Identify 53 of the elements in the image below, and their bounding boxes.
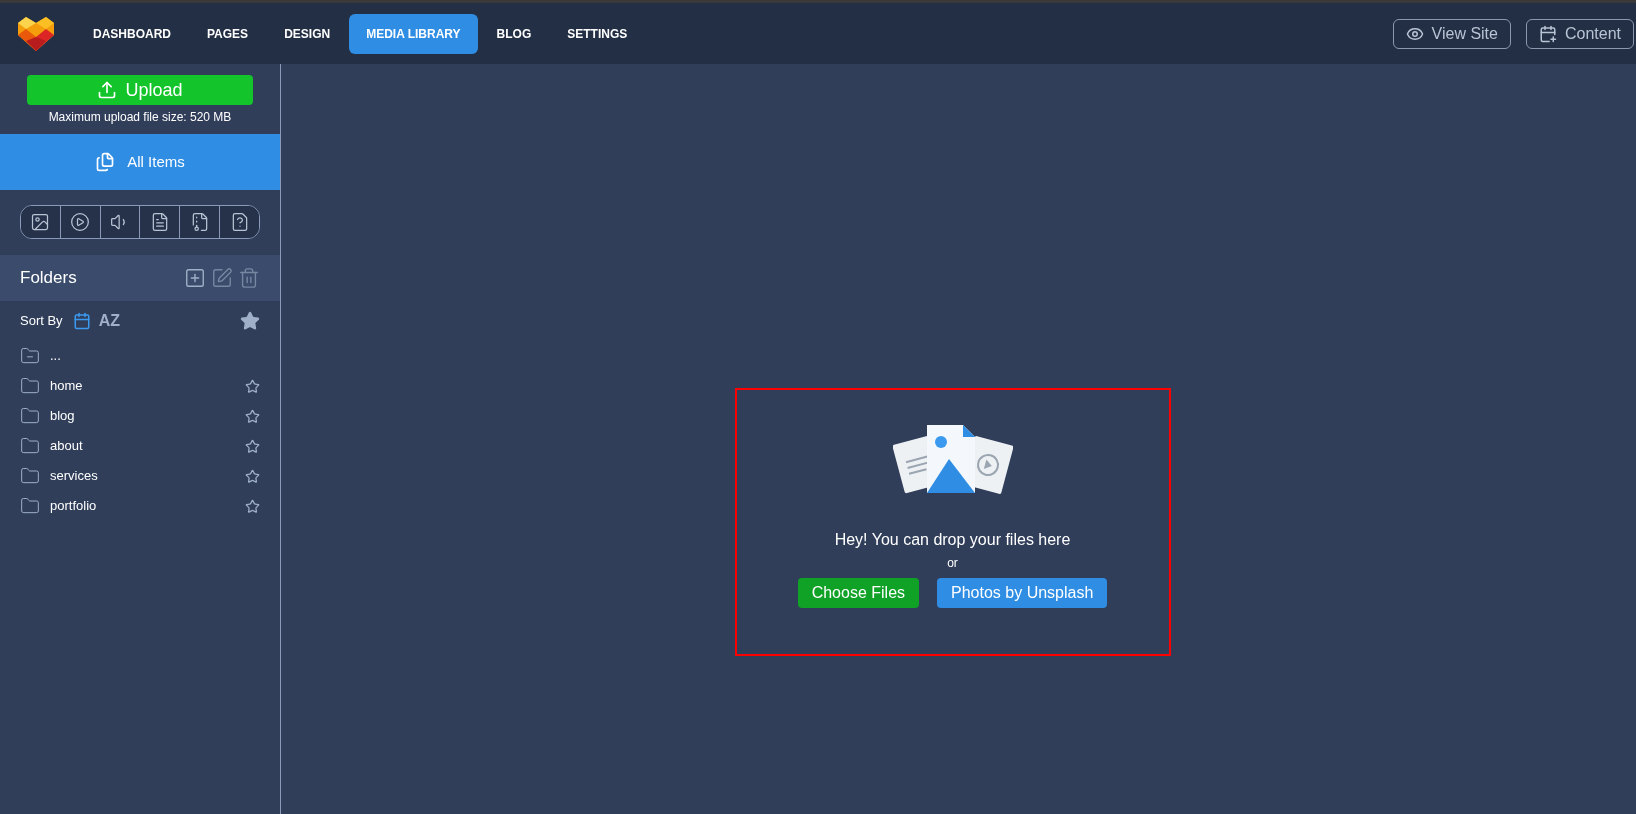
image-filter-button[interactable] [21, 206, 60, 238]
nav-tab[interactable]: SETTINGS [550, 13, 645, 54]
audio-filter-button[interactable] [99, 206, 140, 238]
video-filter-button[interactable] [59, 206, 100, 238]
calendar-icon [72, 312, 91, 330]
upload-size-note: Maximum upload file size: 520 MB [48, 109, 232, 126]
folder-icon [20, 436, 40, 456]
files-icon [95, 152, 116, 172]
calendar-plus-icon [1538, 24, 1557, 43]
folder-item[interactable]: portfolio [0, 491, 280, 521]
content-button[interactable]: Content [1525, 18, 1634, 49]
folder-item[interactable]: services [0, 461, 280, 491]
folder-item[interactable]: blog [0, 401, 280, 431]
star-icon[interactable] [245, 468, 260, 484]
view-site-button[interactable]: View Site [1392, 18, 1511, 49]
favorites-filter-button[interactable] [240, 311, 260, 331]
sort-by-date-button[interactable] [72, 312, 91, 330]
sort-alpha-button[interactable]: AZ [98, 309, 120, 333]
nav-tab[interactable]: PAGES [190, 13, 266, 54]
folder-name: services [50, 467, 98, 486]
star-icon[interactable] [245, 378, 260, 394]
folder-item[interactable]: about [0, 431, 280, 461]
sort-by-label: Sort By [20, 312, 63, 331]
folders-title: Folders [20, 267, 77, 290]
star-icon [240, 311, 260, 331]
folder-name: home [50, 377, 83, 396]
folder-name: ... [50, 347, 61, 366]
parent-folder-icon [20, 346, 40, 366]
or-label: or [947, 555, 958, 572]
drop-message: Hey! You can drop your files here [834, 530, 1071, 550]
folder-item[interactable]: ... [0, 341, 280, 371]
nav-tab[interactable]: BLOG [479, 13, 549, 54]
star-icon[interactable] [245, 438, 260, 454]
nav-tab[interactable]: DASHBOARD [76, 13, 188, 54]
folder-name: about [50, 437, 83, 456]
star-icon[interactable] [245, 408, 260, 424]
add-folder-icon[interactable] [184, 267, 206, 289]
archive-filter-button[interactable] [179, 206, 220, 238]
folder-item[interactable]: home [0, 371, 280, 401]
folder-name: portfolio [50, 497, 97, 516]
image-icon [30, 212, 51, 232]
star-icon[interactable] [245, 498, 260, 514]
folder-icon [20, 496, 40, 516]
folder-icon [20, 376, 40, 396]
nav-tab[interactable]: DESIGN [267, 13, 348, 54]
folder-icon [20, 406, 40, 426]
upload-icon [97, 80, 118, 100]
other-filter-button[interactable] [219, 206, 259, 238]
document-filter-button[interactable] [139, 206, 180, 238]
heart-logo[interactable] [16, 14, 56, 53]
folder-name: blog [50, 407, 75, 426]
folder-icon [20, 466, 40, 486]
video-icon [70, 212, 91, 232]
